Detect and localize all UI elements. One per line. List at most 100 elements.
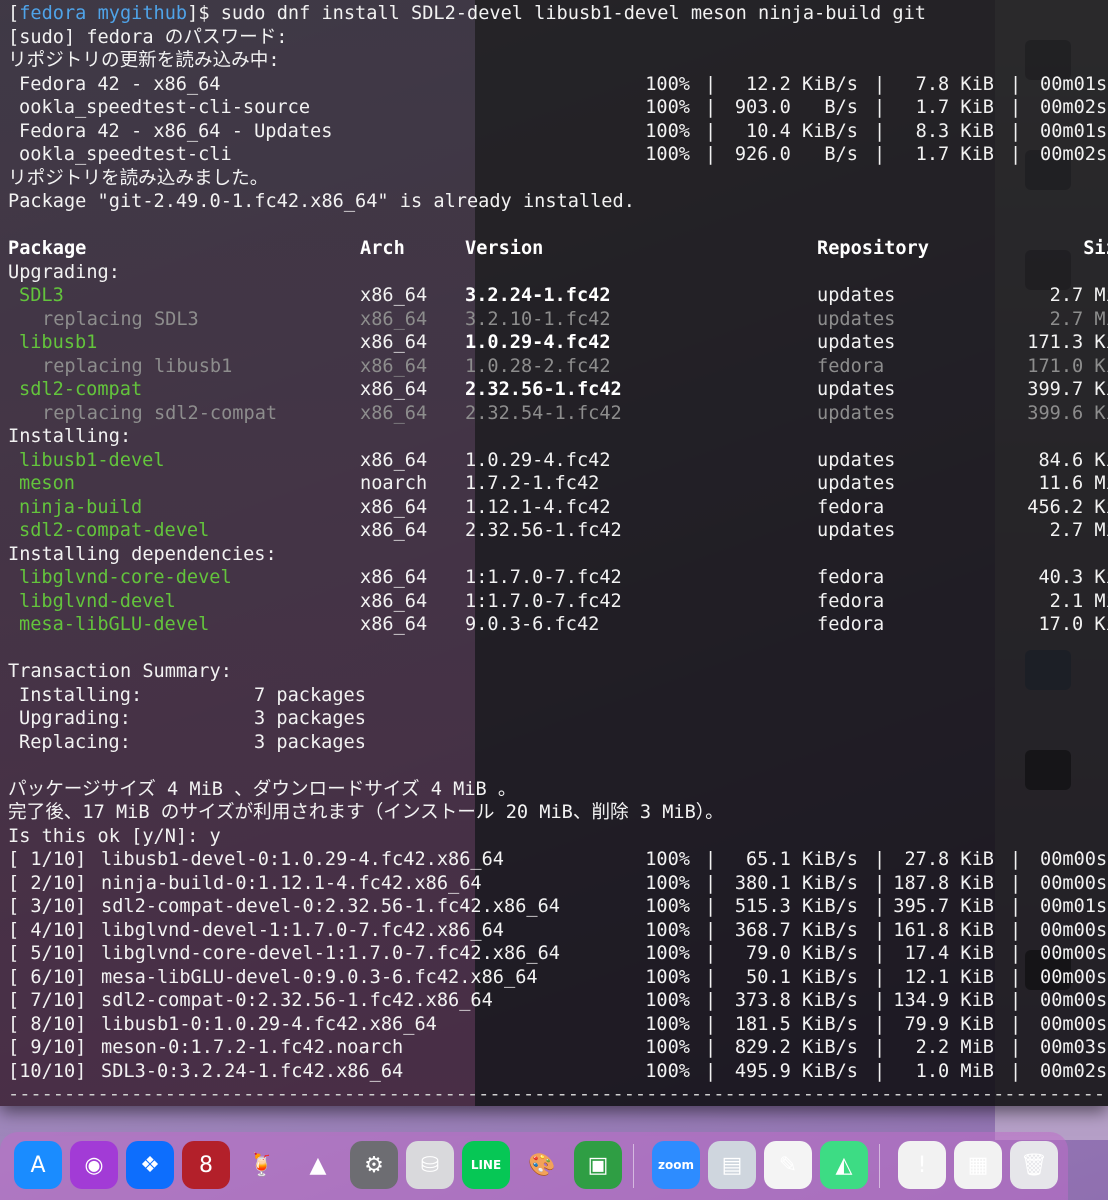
dock-gpg-keychain-icon[interactable]: 8 bbox=[182, 1141, 230, 1189]
package-size: 2.1 MiB bbox=[1049, 590, 1108, 612]
summary-label: Installing: bbox=[19, 684, 143, 706]
package-name: libglvnd-core-devel bbox=[19, 567, 232, 588]
package-arch: noarch bbox=[360, 473, 428, 494]
column-separator: | bbox=[705, 120, 717, 142]
dock-parallels-icon[interactable]: ▣ bbox=[574, 1141, 622, 1189]
download-row: [ 5/10] libglvnd-core-devel-1:1.7.0-7.fc4… bbox=[8, 942, 1108, 966]
download-row: [ 8/10] libusb1-0:1.0.29-4.fc42.x86_64 100… bbox=[8, 1013, 1108, 1037]
speed: 79.0 KiB/s bbox=[746, 943, 858, 964]
column-separator: | bbox=[705, 919, 717, 941]
dock-line-icon[interactable]: LINE bbox=[462, 1141, 510, 1189]
elapsed-time: 00m02s bbox=[1040, 97, 1108, 118]
package-size: 17.0 KiB bbox=[1038, 614, 1108, 635]
size: 12.1 KiB bbox=[904, 966, 994, 988]
dock-textedit-icon[interactable]: ✎ bbox=[764, 1141, 812, 1189]
size: 161.8 KiB bbox=[893, 919, 994, 941]
summary-title: Transaction Summary: bbox=[8, 661, 232, 682]
column-separator: | bbox=[874, 919, 886, 941]
package-arch: x86_64 bbox=[360, 402, 428, 424]
elapsed-time: 00m00s bbox=[1040, 966, 1108, 988]
column-separator: | bbox=[1010, 1013, 1022, 1035]
percent: 100% bbox=[645, 919, 690, 941]
download-index: [ 1/10] bbox=[8, 849, 87, 870]
package-arch: x86_64 bbox=[360, 355, 428, 377]
column-separator: | bbox=[1010, 849, 1022, 870]
dock-disk-utility-icon[interactable]: ⛁ bbox=[406, 1141, 454, 1189]
package-version: 2.32.56-1.fc42 bbox=[465, 379, 622, 400]
column-separator: | bbox=[705, 872, 717, 894]
dock-dropbox-icon[interactable]: ❖ bbox=[126, 1141, 174, 1189]
package-repo: updates bbox=[817, 520, 896, 541]
dock-podcasts-icon[interactable]: ◉ bbox=[70, 1141, 118, 1189]
summary-row: Upgrading: 3 packages bbox=[8, 707, 1108, 731]
download-package: mesa-libGLU-devel-0:9.0.3-6.fc42.x86_64 bbox=[101, 966, 538, 988]
header-package: Package bbox=[8, 238, 87, 259]
column-separator: | bbox=[705, 1060, 717, 1082]
size: 2.2 MiB bbox=[915, 1037, 994, 1058]
download-row: [ 9/10] meson-0:1.7.2-1.fc42.noarch 100% 82… bbox=[8, 1036, 1108, 1060]
dock-preview-icon[interactable]: ▤ bbox=[708, 1141, 756, 1189]
package-size: 2.7 MiB bbox=[1049, 285, 1108, 306]
column-separator: | bbox=[1010, 966, 1022, 988]
package-repo: updates bbox=[817, 379, 896, 400]
speed: 829.2 KiB/s bbox=[734, 1037, 858, 1058]
column-separator: | bbox=[874, 943, 886, 964]
dock-cocktail-icon[interactable]: 🍹 bbox=[238, 1141, 286, 1189]
column-separator: | bbox=[705, 966, 717, 988]
size: 7.8 KiB bbox=[915, 73, 994, 95]
summary-value: 7 packages bbox=[254, 684, 366, 706]
download-index: [10/10] bbox=[8, 1060, 87, 1082]
percent: 100% bbox=[645, 144, 690, 165]
package-row: SDL3 x86_64 3.2.24-1.fc42 updates 2.7 MiB bbox=[8, 284, 1108, 308]
output-line: 完了後、17 MiB のサイズが利用されます（インストール 20 MiB、削除 … bbox=[8, 802, 724, 823]
dock-paintbrush-icon[interactable]: 🎨 bbox=[518, 1141, 566, 1189]
download-package: libglvnd-devel-1:1.7.0-7.fc42.x86_64 bbox=[101, 919, 504, 941]
percent: 100% bbox=[645, 1013, 690, 1035]
elapsed-time: 00m03s bbox=[1040, 1037, 1108, 1058]
size: 79.9 KiB bbox=[904, 1013, 994, 1035]
download-index: [ 9/10] bbox=[8, 1037, 87, 1058]
summary-row: Installing: 7 packages bbox=[8, 684, 1108, 708]
package-version: 2.32.56-1.fc42 bbox=[465, 520, 622, 541]
package-row: replacing sdl2-compat x86_64 2.32.54-1.fc4… bbox=[8, 402, 1108, 426]
dock-zoom-icon[interactable]: zoom bbox=[652, 1141, 700, 1189]
dock-numbers-doc-icon[interactable]: ▦ bbox=[954, 1141, 1002, 1189]
package-name: SDL3 bbox=[19, 285, 64, 306]
column-separator: | bbox=[1010, 990, 1022, 1011]
package-arch: x86_64 bbox=[360, 520, 428, 541]
dock-trash-icon[interactable]: 🗑 bbox=[1010, 1141, 1058, 1189]
package-arch: x86_64 bbox=[360, 332, 428, 353]
dock-system-settings-icon[interactable]: ⚙ bbox=[350, 1141, 398, 1189]
column-separator: | bbox=[874, 120, 886, 142]
column-separator: | bbox=[874, 1060, 886, 1082]
column-separator: | bbox=[1010, 1037, 1022, 1058]
percent: 100% bbox=[645, 990, 690, 1011]
dock-app-store-icon[interactable]: A bbox=[14, 1141, 62, 1189]
column-separator: | bbox=[874, 990, 886, 1011]
package-version: 9.0.3-6.fc42 bbox=[465, 614, 600, 635]
download-row: [ 2/10] ninja-build-0:1.12.1-4.fc42.x86_6… bbox=[8, 872, 1108, 896]
speed: 368.7 KiB/s bbox=[734, 919, 858, 941]
terminal-window[interactable]: [fedora mygithub]$ sudo dnf install SDL2… bbox=[0, 0, 1108, 1106]
dock-android-file-transfer-icon[interactable]: ◭ bbox=[820, 1141, 868, 1189]
column-separator: | bbox=[1010, 144, 1022, 165]
package-version: 1:1.7.0-7.fc42 bbox=[465, 590, 622, 612]
dock-script-editor-icon[interactable]: ! bbox=[898, 1141, 946, 1189]
summary-label: Upgrading: bbox=[19, 708, 131, 729]
package-name: replacing libusb1 bbox=[42, 355, 233, 377]
package-repo: fedora bbox=[817, 567, 885, 588]
package-row: replacing libusb1 x86_64 1.0.28-2.fc42 fedo… bbox=[8, 355, 1108, 379]
package-row: meson noarch 1.7.2-1.fc42 updates 11.6 MiB bbox=[8, 472, 1108, 496]
column-separator: | bbox=[1010, 73, 1022, 95]
download-index: [ 2/10] bbox=[8, 872, 87, 894]
package-repo: updates bbox=[817, 473, 896, 494]
package-repo: updates bbox=[817, 308, 896, 330]
dock-vlc-icon[interactable]: ▲ bbox=[294, 1141, 342, 1189]
output-line: パッケージサイズ 4 MiB 、ダウンロードサイズ 4 MiB 。 bbox=[8, 778, 517, 800]
package-name: replacing SDL3 bbox=[42, 308, 199, 330]
download-row: [ 6/10] mesa-libGLU-devel-0:9.0.3-6.fc42.… bbox=[8, 966, 1108, 990]
column-separator: | bbox=[874, 1037, 886, 1058]
column-separator: | bbox=[1010, 896, 1022, 917]
package-arch: x86_64 bbox=[360, 308, 428, 330]
